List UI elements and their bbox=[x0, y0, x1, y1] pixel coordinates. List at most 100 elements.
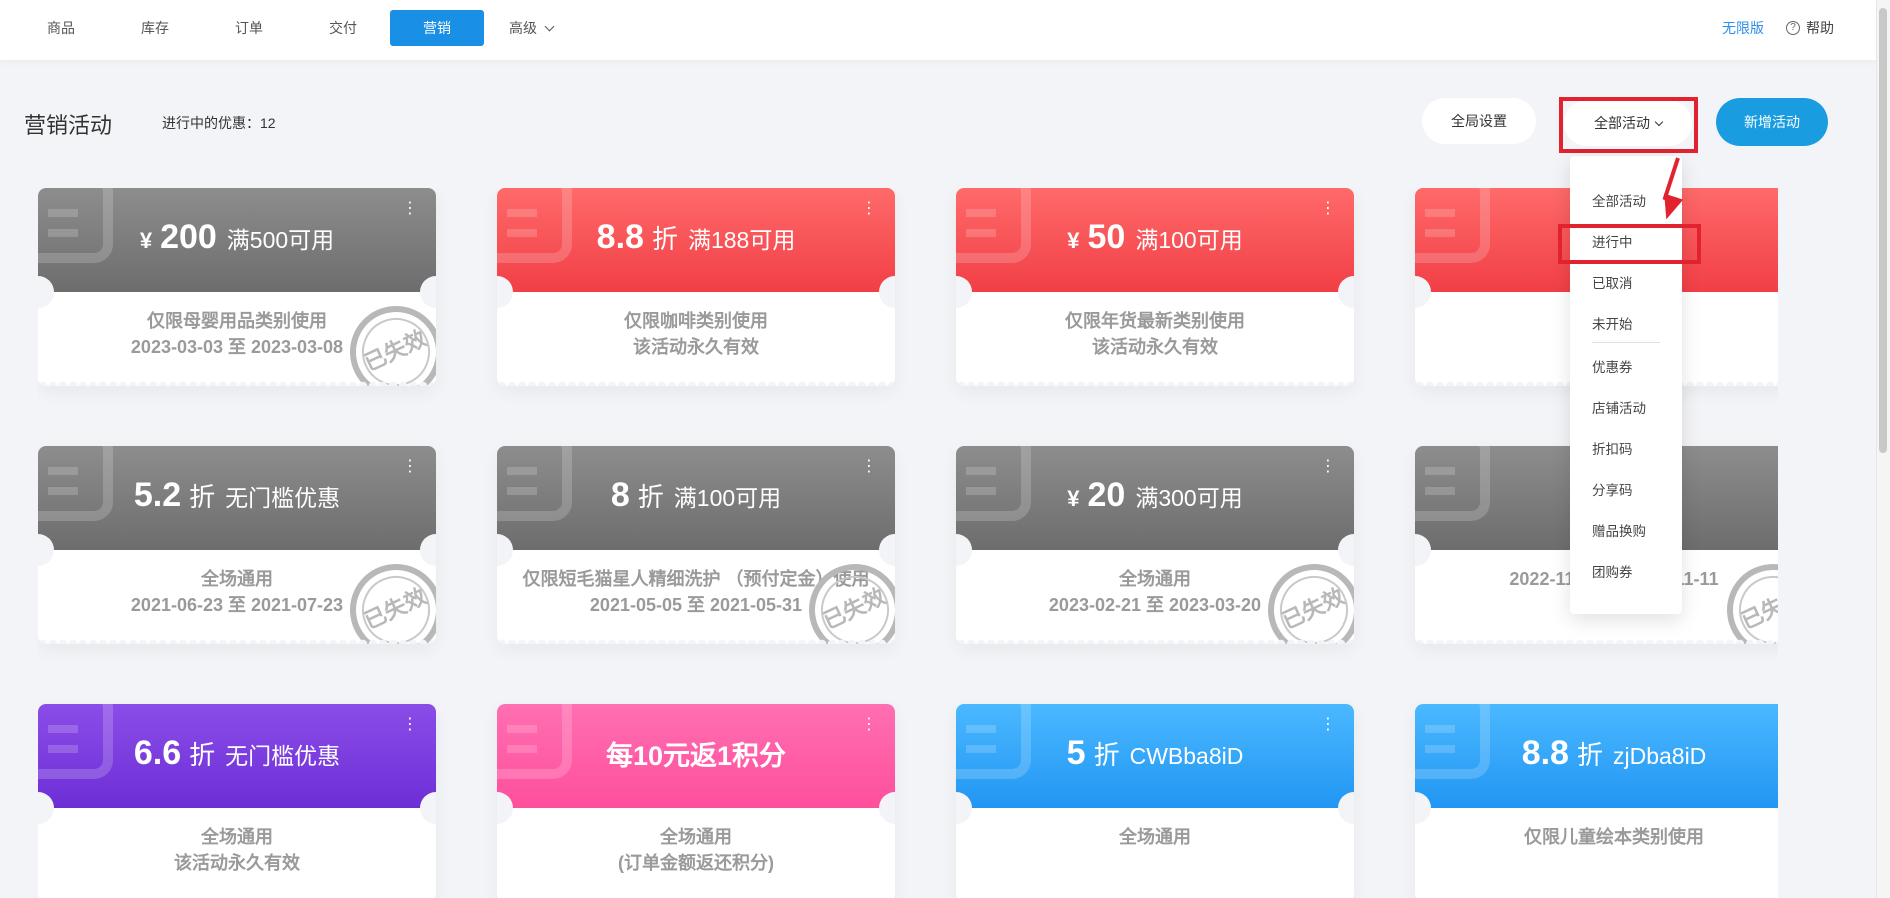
card-details: 仅限年货最新类别使用 该活动永久有效 bbox=[956, 308, 1354, 360]
ticket-serrated-edge bbox=[38, 894, 436, 898]
card-more-options-icon[interactable]: ⋮ bbox=[1320, 717, 1336, 733]
global-settings-button[interactable]: 全局设置 bbox=[1422, 98, 1536, 144]
dropdown-item-not-started[interactable]: 未开始 bbox=[1592, 313, 1633, 333]
card-header: ⋮ 每10元返1积分 bbox=[497, 704, 895, 808]
nav-item-products[interactable]: 商品 bbox=[14, 10, 108, 46]
dropdown-item-discount-code[interactable]: 折扣码 bbox=[1592, 438, 1633, 458]
nav-item-marketing[interactable]: 营销 bbox=[390, 10, 484, 46]
promotion-card[interactable]: ⋮ ¥20 满300可用 全场通用 2023-02-21 至 2023-03-20 已失效 bbox=[956, 446, 1354, 644]
card-more-options-icon[interactable]: ⋮ bbox=[1320, 201, 1336, 217]
currency-symbol: ¥ bbox=[1067, 486, 1080, 511]
promotion-card-grid: ⋮ ¥200 满500可用 仅限母婴用品类别使用 2023-03-03 至 2023-0… bbox=[38, 188, 1778, 898]
ticket-serrated-edge bbox=[956, 894, 1354, 898]
help-link[interactable]: ? 帮助 bbox=[1786, 18, 1834, 38]
offer-unit: 折 bbox=[1576, 740, 1603, 770]
promotion-card[interactable]: ⋮ 8 折满100可用 仅限短毛猫星人精细洗护 （预付定金）使用 2021-05-05 … bbox=[497, 446, 895, 644]
dropdown-item-share-code[interactable]: 分享码 bbox=[1592, 479, 1633, 499]
card-scope-text: 全场通用 bbox=[660, 827, 732, 847]
card-details: 全场通用 (订单金额返还积分) bbox=[497, 824, 895, 876]
offer-condition: 满100可用 bbox=[1135, 227, 1243, 253]
card-offer-headline: ¥50 满100可用 bbox=[956, 218, 1354, 257]
promotion-card[interactable]: ⋮ 6.6 折无门槛优惠全场通用 该活动永久有效 bbox=[38, 704, 436, 898]
dropdown-item-coupon[interactable]: 优惠券 bbox=[1592, 356, 1633, 376]
offer-condition: 满500可用 bbox=[226, 227, 335, 253]
card-more-options-icon[interactable]: ⋮ bbox=[861, 459, 877, 475]
card-details: 仅限儿童绘本类别使用 bbox=[1415, 824, 1778, 850]
chevron-down-icon bbox=[544, 21, 555, 32]
offer-unit: 折 bbox=[651, 224, 678, 254]
card-offer-headline: ¥20 满300可用 bbox=[956, 476, 1354, 515]
dropdown-item-store-activity[interactable]: 店铺活动 bbox=[1592, 397, 1646, 417]
card-offer-headline: 6.6 折无门槛优惠 bbox=[38, 734, 436, 773]
unlimited-plan-link[interactable]: 无限版 bbox=[1722, 18, 1764, 38]
dropdown-item-group-coupon[interactable]: 团购券 bbox=[1592, 561, 1633, 581]
offer-condition: 满100可用 bbox=[673, 485, 782, 511]
promotion-card[interactable]: ⋮ ¥200 满500可用 仅限母婴用品类别使用 2023-03-03 至 2023-0… bbox=[38, 188, 436, 386]
card-more-options-icon[interactable]: ⋮ bbox=[402, 717, 418, 733]
promotion-card[interactable]: ⋮ 每10元返1积分全场通用 (订单金额返还积分) bbox=[497, 704, 895, 898]
ticket-serrated-edge bbox=[956, 378, 1354, 386]
card-offer-headline: 每10元返1积分 bbox=[497, 734, 895, 773]
offer-unit: 折 bbox=[189, 482, 216, 512]
offer-value: 6.6 bbox=[133, 734, 182, 772]
offer-unit: 折 bbox=[1093, 740, 1120, 770]
card-more-options-icon[interactable]: ⋮ bbox=[1320, 459, 1336, 475]
card-more-options-icon[interactable]: ⋮ bbox=[861, 201, 877, 217]
top-right-actions: 无限版 ? 帮助 bbox=[1722, 18, 1834, 38]
card-details: 仅限咖啡类别使用 该活动永久有效 bbox=[497, 308, 895, 360]
offer-condition: 每10元返1积分 bbox=[605, 741, 787, 771]
ticket-serrated-edge bbox=[38, 636, 436, 644]
card-more-options-icon[interactable]: ⋮ bbox=[402, 459, 418, 475]
card-validity-text: 该活动永久有效 bbox=[633, 337, 759, 357]
main-nav: 商品 库存 订单 交付 营销 高级 bbox=[14, 10, 578, 46]
dropdown-item-gift-exchange[interactable]: 赠品换购 bbox=[1592, 520, 1646, 540]
card-scope-text: 仅限咖啡类别使用 bbox=[624, 311, 768, 331]
promotion-card[interactable]: ⋮ ¥50 满100可用仅限年货最新类别使用 该活动永久有效 bbox=[956, 188, 1354, 386]
help-label: 帮助 bbox=[1806, 20, 1834, 36]
promotion-card[interactable]: ⋮8.8折zjDba8iD仅限儿童绘本类别使用 bbox=[1415, 704, 1778, 898]
offer-value: 8.8 bbox=[596, 218, 644, 256]
offer-value: 20 bbox=[1087, 476, 1126, 514]
offer-unit: 折 bbox=[189, 740, 216, 770]
card-more-options-icon[interactable]: ⋮ bbox=[402, 201, 418, 217]
currency-symbol: ¥ bbox=[139, 228, 153, 253]
nav-item-delivery[interactable]: 交付 bbox=[296, 10, 390, 46]
card-offer-headline: ¥200 满500可用 bbox=[38, 218, 436, 257]
page-title: 营销活动 bbox=[24, 113, 113, 138]
card-scope-text: 全场通用 bbox=[1119, 827, 1191, 847]
dropdown-divider bbox=[1592, 342, 1660, 343]
card-header: ⋮ ¥50 满100可用 bbox=[956, 188, 1354, 292]
offer-condition: CWBba8iD bbox=[1129, 743, 1244, 769]
offer-condition: 满300可用 bbox=[1135, 485, 1243, 511]
card-scope-text: 仅限年货最新类别使用 bbox=[1065, 311, 1245, 331]
card-details: 全场通用 bbox=[956, 824, 1354, 850]
expired-stamp: 已失效 bbox=[1711, 548, 1778, 644]
new-activity-button[interactable]: 新增活动 bbox=[1716, 98, 1828, 146]
in-progress-highlight-box bbox=[1558, 224, 1701, 264]
dropdown-item-cancelled[interactable]: 已取消 bbox=[1592, 272, 1633, 292]
nav-item-advanced[interactable]: 高级 bbox=[484, 10, 578, 46]
card-details: 全场通用 该活动永久有效 bbox=[38, 824, 436, 876]
card-scope-text: 全场通用 bbox=[201, 827, 273, 847]
card-validity-text: 该活动永久有效 bbox=[1092, 337, 1218, 357]
card-offer-headline: 8.8 折满188可用 bbox=[497, 218, 895, 257]
card-offer-headline: 8 折满100可用 bbox=[497, 476, 895, 515]
dropdown-item-all[interactable]: 全部活动 bbox=[1592, 190, 1646, 210]
card-more-options-icon[interactable]: ⋮ bbox=[861, 717, 877, 733]
scrollbar-thumb[interactable] bbox=[1879, 8, 1887, 453]
promotion-card[interactable]: ⋮ 5.2 折无门槛优惠 全场通用 2021-06-23 至 2021-07-23 已失效 bbox=[38, 446, 436, 644]
card-header: ⋮ 5 折 CWBba8iD bbox=[956, 704, 1354, 808]
nav-item-orders[interactable]: 订单 bbox=[202, 10, 296, 46]
nav-item-inventory[interactable]: 库存 bbox=[108, 10, 202, 46]
promotion-card[interactable]: ⋮ 8.8 折满188可用仅限咖啡类别使用 该活动永久有效 bbox=[497, 188, 895, 386]
ticket-serrated-edge bbox=[497, 636, 895, 644]
page-scrollbar[interactable] bbox=[1876, 0, 1890, 898]
offer-value: 200 bbox=[160, 218, 217, 256]
nav-item-advanced-label: 高级 bbox=[509, 20, 537, 36]
promotion-card[interactable]: ⋮ 5 折 CWBba8iD 全场通用 bbox=[956, 704, 1354, 898]
ticket-serrated-edge bbox=[956, 636, 1354, 644]
card-header: ⋮ 8.8 折满188可用 bbox=[497, 188, 895, 292]
card-header: ⋮ ¥200 满500可用 bbox=[38, 188, 436, 292]
help-icon: ? bbox=[1786, 21, 1800, 35]
offer-value: 8.8 bbox=[1521, 734, 1569, 772]
